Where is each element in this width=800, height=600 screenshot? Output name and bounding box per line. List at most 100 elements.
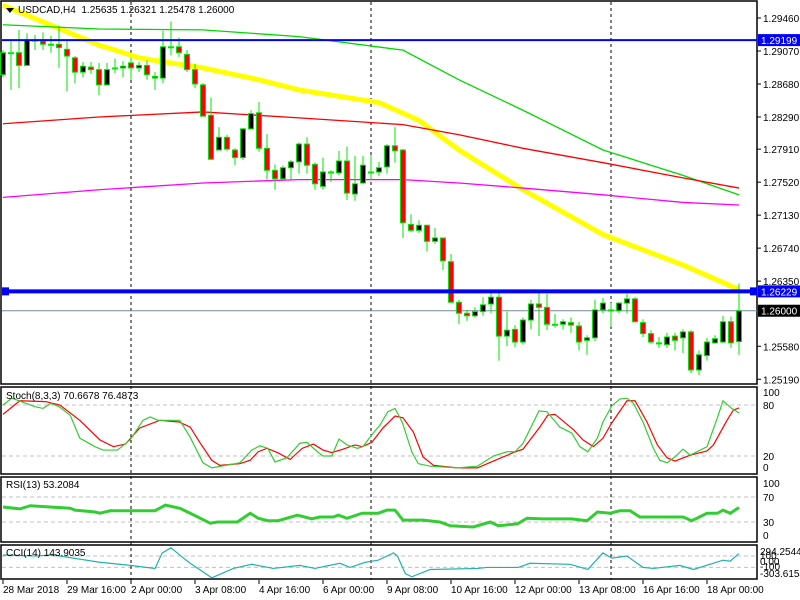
candle-bullish[interactable] xyxy=(368,171,374,174)
candle-bearish[interactable] xyxy=(144,64,150,76)
candle-bullish[interactable] xyxy=(680,331,686,339)
candle-bearish[interactable] xyxy=(72,57,78,73)
candle-bearish[interactable] xyxy=(512,328,518,343)
candle-bullish[interactable] xyxy=(376,167,382,173)
candle-bearish[interactable] xyxy=(464,312,470,317)
candle-bearish[interactable] xyxy=(88,66,94,71)
candle-bearish[interactable] xyxy=(608,309,614,312)
candle-bearish[interactable] xyxy=(56,43,62,49)
candle-bullish[interactable] xyxy=(720,321,726,343)
candle-bullish[interactable] xyxy=(736,310,742,343)
candle-bearish[interactable] xyxy=(304,143,310,166)
candle-bearish[interactable] xyxy=(40,40,46,45)
candle-bearish[interactable] xyxy=(448,261,454,303)
line-handle[interactable] xyxy=(2,287,9,296)
candle-bearish[interactable] xyxy=(224,136,230,150)
candle-bullish[interactable] xyxy=(696,354,702,371)
candle-bearish[interactable] xyxy=(576,325,582,343)
candle-bearish[interactable] xyxy=(200,84,206,117)
candle-bearish[interactable] xyxy=(392,145,398,152)
candle-bearish[interactable] xyxy=(496,296,502,337)
candle-bullish[interactable] xyxy=(560,321,566,325)
candle-bearish[interactable] xyxy=(400,149,406,224)
candle-bullish[interactable] xyxy=(712,338,718,344)
candle-bullish[interactable] xyxy=(104,69,110,86)
candle-bullish[interactable] xyxy=(80,65,86,73)
candle-bullish[interactable] xyxy=(704,341,710,357)
candle-bearish[interactable] xyxy=(568,322,574,326)
candle-bullish[interactable] xyxy=(160,46,166,79)
candle-bearish[interactable] xyxy=(152,75,158,79)
chart-canvas[interactable]: 1.29460 1.29070 1.28680 1.28290 1.27910 1.275… xyxy=(0,0,800,600)
candle-bullish[interactable] xyxy=(48,43,54,46)
candle-bearish[interactable] xyxy=(176,46,182,54)
symbol-dropdown-icon[interactable] xyxy=(6,8,14,13)
candle-bullish[interactable] xyxy=(520,319,526,343)
candle-bearish[interactable] xyxy=(408,223,414,231)
candle-bearish[interactable] xyxy=(688,331,694,371)
candle-bullish[interactable] xyxy=(656,342,662,345)
candle-bearish[interactable] xyxy=(208,114,214,160)
candle-bullish[interactable] xyxy=(296,143,302,163)
candle-bearish[interactable] xyxy=(128,62,134,69)
candle-bullish[interactable] xyxy=(624,298,630,304)
candle-bearish[interactable] xyxy=(648,333,654,343)
candle-bearish[interactable] xyxy=(456,301,462,314)
time-axis-label: 29 Mar 16:00 xyxy=(67,585,126,596)
candle-bearish[interactable] xyxy=(184,53,190,71)
candle-bullish[interactable] xyxy=(336,160,342,174)
cci-label: CCI(14) 143.9035 xyxy=(6,548,86,559)
candle-bearish[interactable] xyxy=(16,52,22,66)
candle-bullish[interactable] xyxy=(472,311,478,317)
candle-bullish[interactable] xyxy=(584,337,590,341)
candle-bullish[interactable] xyxy=(248,113,254,130)
candle-bearish[interactable] xyxy=(64,48,70,57)
candle-bearish[interactable] xyxy=(264,147,270,171)
candle-bullish[interactable] xyxy=(240,128,246,159)
candle-bullish[interactable] xyxy=(288,161,294,169)
candle-bearish[interactable] xyxy=(536,303,542,308)
candle-bearish[interactable] xyxy=(272,169,278,180)
candle-bearish[interactable] xyxy=(344,160,350,194)
line-handle[interactable] xyxy=(750,287,757,296)
candle-bullish[interactable] xyxy=(112,67,118,70)
candle-bearish[interactable] xyxy=(96,69,102,86)
candle-bullish[interactable] xyxy=(8,52,14,55)
candle-bullish[interactable] xyxy=(416,224,422,231)
candle-bullish[interactable] xyxy=(552,323,558,326)
candle-bullish[interactable] xyxy=(528,303,534,321)
candle-bullish[interactable] xyxy=(0,52,6,76)
candle-bearish[interactable] xyxy=(440,237,446,262)
candle-bearish[interactable] xyxy=(192,69,198,85)
candle-bullish[interactable] xyxy=(664,336,670,346)
stoch-axis-label: 100 xyxy=(763,388,780,399)
candle-bearish[interactable] xyxy=(232,149,238,159)
candle-bullish[interactable] xyxy=(320,171,326,187)
candle-bullish[interactable] xyxy=(480,304,486,313)
candle-bullish[interactable] xyxy=(504,329,510,337)
candle-bullish[interactable] xyxy=(216,136,222,151)
candle-bullish[interactable] xyxy=(352,183,358,195)
candle-bullish[interactable] xyxy=(120,65,126,69)
candle-bearish[interactable] xyxy=(728,321,734,344)
candle-bullish[interactable] xyxy=(384,145,390,168)
candle-bullish[interactable] xyxy=(616,302,622,312)
candle-bearish[interactable] xyxy=(544,306,550,325)
candle-bullish[interactable] xyxy=(600,302,606,311)
candle-bearish[interactable] xyxy=(312,163,318,185)
candle-bearish[interactable] xyxy=(256,112,262,149)
candle-bullish[interactable] xyxy=(136,64,142,69)
candle-bullish[interactable] xyxy=(592,309,598,339)
price-axis-label: 1.29070 xyxy=(763,47,800,58)
candle-bullish[interactable] xyxy=(168,46,174,49)
candle-bullish[interactable] xyxy=(432,237,438,242)
candle-bullish[interactable] xyxy=(24,39,30,66)
candle-bearish[interactable] xyxy=(632,298,638,323)
candle-bearish[interactable] xyxy=(424,224,430,242)
candle-bullish[interactable] xyxy=(280,167,286,180)
candle-bullish[interactable] xyxy=(488,296,494,305)
candle-bullish[interactable] xyxy=(360,164,366,184)
candle-bearish[interactable] xyxy=(672,335,678,341)
candle-bearish[interactable] xyxy=(640,322,646,335)
candle-bullish[interactable] xyxy=(328,171,334,174)
